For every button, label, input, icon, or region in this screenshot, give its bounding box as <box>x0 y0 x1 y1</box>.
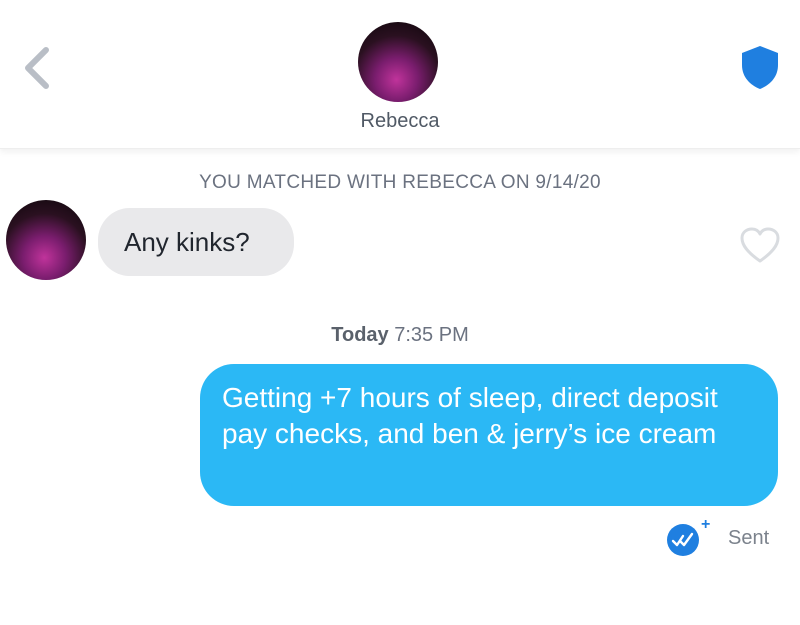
outgoing-message-bubble[interactable]: Getting +7 hours of sleep, direct deposi… <box>200 364 778 506</box>
heart-outline-icon <box>740 227 780 263</box>
back-button[interactable] <box>18 44 58 92</box>
incoming-avatar[interactable] <box>6 200 86 280</box>
read-receipt-check-icon: + <box>667 516 710 556</box>
outgoing-message-text: Getting +7 hours of sleep, direct deposi… <box>222 382 718 449</box>
safety-shield-button[interactable] <box>738 44 782 90</box>
contact-name[interactable]: Rebecca <box>0 110 800 133</box>
like-message-button[interactable] <box>739 226 781 264</box>
chevron-left-icon <box>25 47 49 89</box>
incoming-message-text: Any kinks? <box>124 226 250 257</box>
match-banner: YOU MATCHED WITH REBECCA ON 9/14/20 <box>199 172 601 193</box>
chat-screen: Rebecca YOU MATCHED WITH REBECCA ON 9/14… <box>0 0 800 625</box>
timestamp-day: Today <box>331 324 389 346</box>
contact-avatar[interactable] <box>358 22 438 102</box>
read-receipt-button[interactable]: + <box>666 516 714 558</box>
shield-icon <box>742 46 778 89</box>
sent-status-label: Sent <box>728 527 770 549</box>
timestamp-time: 7:35 PM <box>394 324 469 346</box>
receipt-badge: + <box>701 516 710 533</box>
chat-header: Rebecca <box>0 0 800 149</box>
incoming-message-bubble[interactable]: Any kinks? <box>98 208 294 276</box>
message-timestamp: Today 7:35 PM <box>0 324 800 347</box>
